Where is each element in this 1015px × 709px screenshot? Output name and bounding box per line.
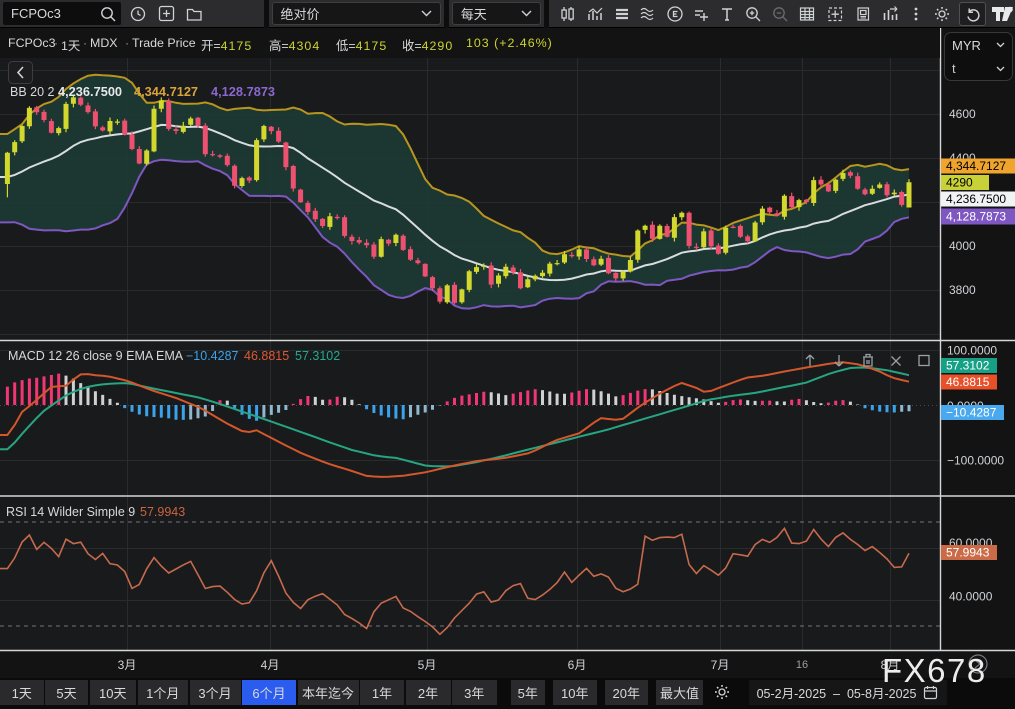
svg-text:57.9943: 57.9943 <box>946 546 990 560</box>
svg-text:BB 20 2: BB 20 2 <box>10 85 55 99</box>
svg-text:57.9943: 57.9943 <box>140 505 185 519</box>
svg-text:4,128.7873: 4,128.7873 <box>946 210 1006 224</box>
svg-text:16: 16 <box>796 659 808 671</box>
svg-text:4,344.7127: 4,344.7127 <box>134 84 198 99</box>
svg-text:6月: 6月 <box>568 658 587 672</box>
svg-text:−100.0000: −100.0000 <box>947 454 1004 468</box>
svg-text:46.8815: 46.8815 <box>946 375 990 389</box>
svg-text:100.0000: 100.0000 <box>947 344 997 358</box>
svg-text:3月: 3月 <box>118 658 137 672</box>
svg-text:4,236.7500: 4,236.7500 <box>946 192 1006 206</box>
svg-text:MACD 12 26 close 9 EMA EMA: MACD 12 26 close 9 EMA EMA <box>8 349 184 363</box>
svg-text:5月: 5月 <box>418 658 437 672</box>
svg-text:4,344.7127: 4,344.7127 <box>946 159 1006 173</box>
svg-text:4290: 4290 <box>946 176 973 190</box>
svg-text:46.8815: 46.8815 <box>244 349 289 363</box>
svg-text:57.3102: 57.3102 <box>946 359 990 373</box>
svg-text:4,236.7500: 4,236.7500 <box>58 84 122 99</box>
svg-text:4600: 4600 <box>949 107 976 121</box>
svg-text:57.3102: 57.3102 <box>295 349 340 363</box>
svg-text:4月: 4月 <box>261 658 280 672</box>
svg-text:4,128.7873: 4,128.7873 <box>211 84 275 99</box>
svg-text:−10.4287: −10.4287 <box>186 349 239 363</box>
svg-text:3800: 3800 <box>949 283 976 297</box>
svg-text:7月: 7月 <box>711 658 730 672</box>
svg-text:40.0000: 40.0000 <box>949 590 993 604</box>
svg-text:RSI 14 Wilder Simple 9: RSI 14 Wilder Simple 9 <box>6 505 135 519</box>
svg-text:4000: 4000 <box>949 239 976 253</box>
svg-text:−10.4287: −10.4287 <box>946 406 997 420</box>
